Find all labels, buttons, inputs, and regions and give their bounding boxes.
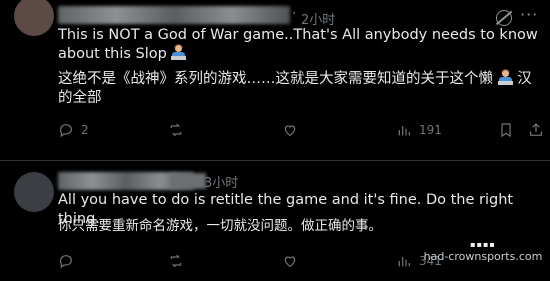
views-icon xyxy=(398,126,410,136)
reply-button[interactable] xyxy=(58,253,81,269)
bookmark-button[interactable] xyxy=(498,122,514,138)
more-options-icon[interactable]: ··· xyxy=(520,5,538,24)
separator-dot: · xyxy=(292,6,297,22)
reply-icon xyxy=(60,124,72,138)
post-text-zh: 你只需要重新命名游戏，一切就没问题。做正确的事。 xyxy=(58,218,382,234)
share-button[interactable] xyxy=(528,122,544,138)
post-2[interactable]: 3小时 All you have to do is retitle the ga… xyxy=(0,161,550,281)
grok-icon[interactable] xyxy=(496,10,512,26)
post-time[interactable]: 3小时 xyxy=(204,172,238,191)
views-count: 191 xyxy=(419,123,442,137)
watermark: ▪▪▪▪ had-crownsports.com xyxy=(420,239,546,263)
post-text-zh: 这绝不是《战神》系列的游戏……这就是大家需要知道的关于这个懒 汉的全部 xyxy=(58,69,540,108)
post-text-zh-part1: 这绝不是《战神》系列的游戏……这就是大家需要知道的关于这个懒 xyxy=(58,71,493,87)
blurred-handle xyxy=(170,173,206,189)
reply-button[interactable]: 2 xyxy=(58,122,89,138)
post-text-en-content: This is NOT a God of War game..That's Al… xyxy=(58,27,538,62)
reply-icon xyxy=(60,255,72,269)
repost-icon xyxy=(170,254,182,268)
watermark-text: had-crownsports.com xyxy=(423,250,543,263)
reply-count: 2 xyxy=(81,123,89,137)
views-icon xyxy=(398,257,410,267)
person-at-computer-icon xyxy=(497,69,513,85)
repost-button[interactable] xyxy=(168,122,191,138)
avatar[interactable] xyxy=(14,172,54,212)
bookmark-icon xyxy=(501,123,511,138)
post-actions: 2 191 xyxy=(58,122,548,142)
like-button[interactable] xyxy=(282,122,305,138)
heart-icon xyxy=(284,125,296,137)
post-text-en: This is NOT a God of War game..That's Al… xyxy=(58,26,540,64)
avatar[interactable] xyxy=(14,0,54,36)
repost-icon xyxy=(170,123,182,137)
post-1[interactable]: · 2小时 ··· This is NOT a God of War game.… xyxy=(0,0,550,160)
person-at-computer-icon xyxy=(171,44,187,60)
repost-button[interactable] xyxy=(168,253,191,269)
views-button[interactable]: 191 xyxy=(396,122,442,138)
blurred-username xyxy=(58,6,290,24)
like-button[interactable] xyxy=(282,253,305,269)
heart-icon xyxy=(284,256,296,268)
share-icon xyxy=(530,123,542,136)
